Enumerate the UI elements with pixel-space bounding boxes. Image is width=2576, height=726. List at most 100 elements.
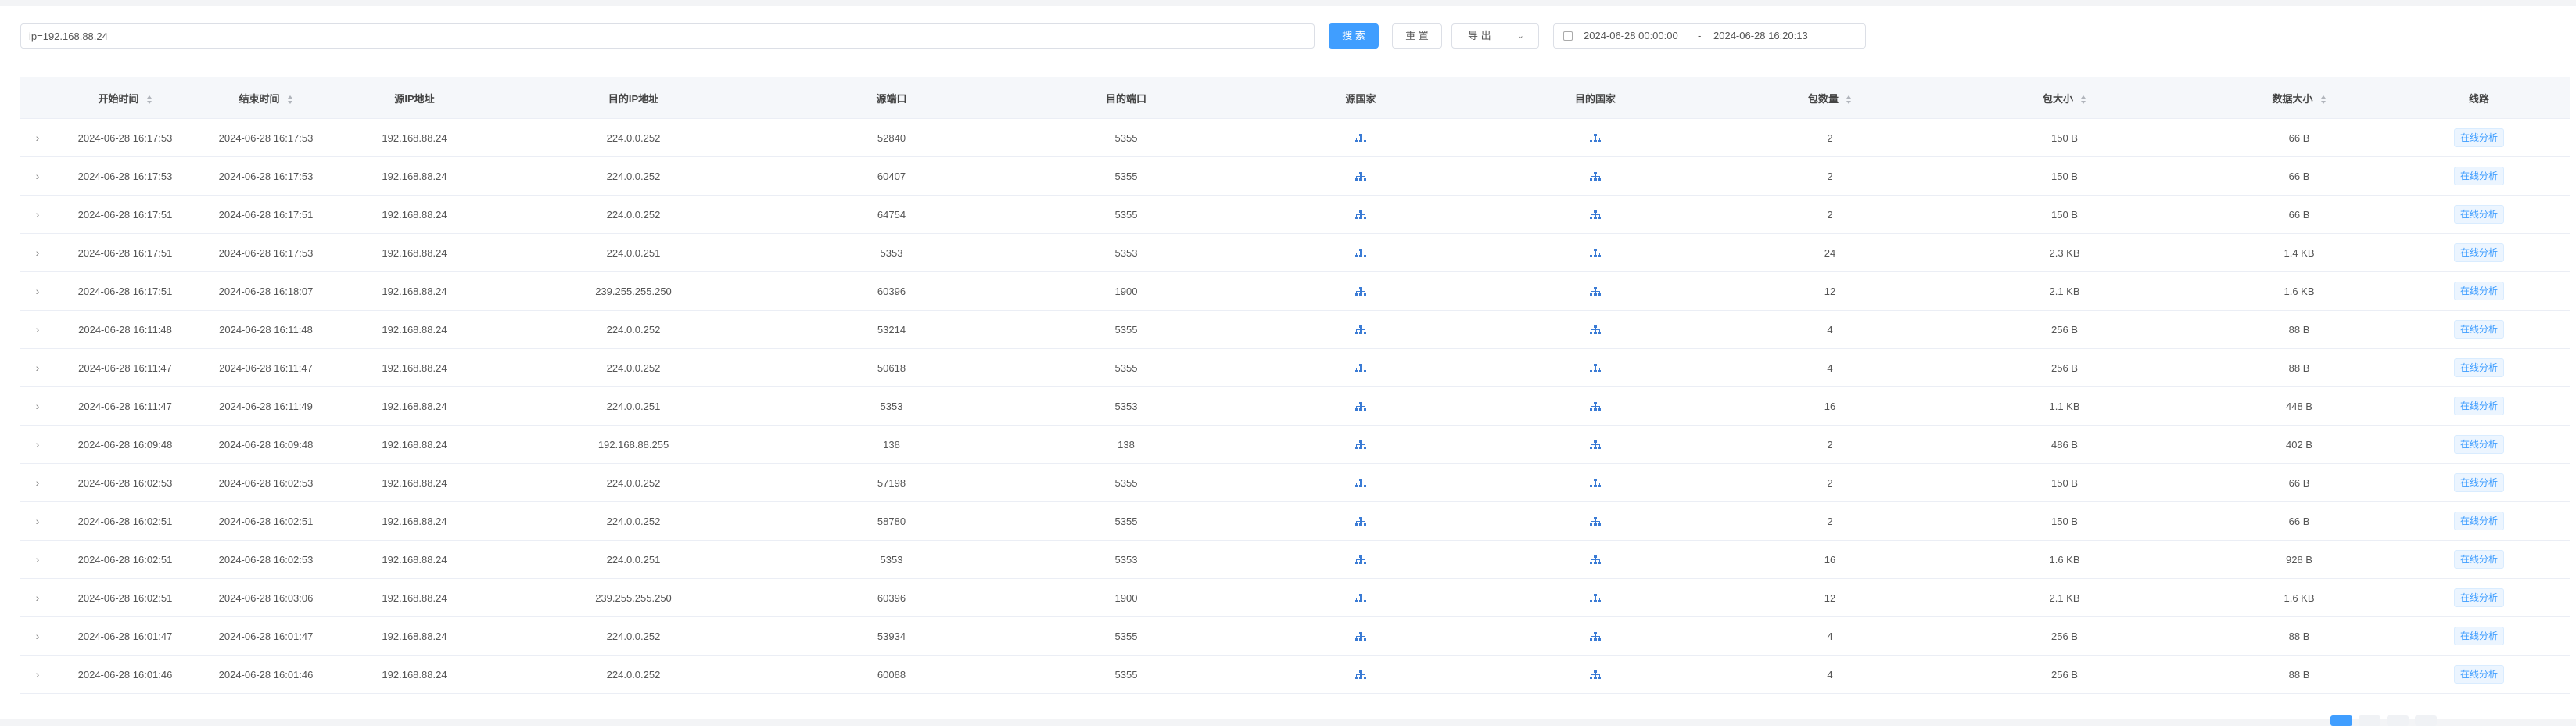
cell-dst-ip: 224.0.0.252 bbox=[606, 630, 661, 642]
cell-start-time: 2024-06-28 16:11:47 bbox=[78, 400, 172, 412]
cell-line: 在线分析 bbox=[2416, 167, 2542, 185]
cell-data-size: 1.4 KB bbox=[2284, 246, 2315, 259]
online-analysis-button[interactable]: 在线分析 bbox=[2453, 320, 2504, 339]
sort-icon[interactable] bbox=[146, 95, 152, 104]
online-analysis-button[interactable]: 在线分析 bbox=[2453, 588, 2504, 607]
cell-src-ip: 192.168.88.24 bbox=[382, 285, 447, 297]
cell-packet-size: 150 B bbox=[2051, 476, 2078, 489]
online-analysis-button[interactable]: 在线分析 bbox=[2453, 473, 2504, 492]
expand-row-icon[interactable]: › bbox=[20, 476, 55, 489]
cell-end-time: 2024-06-28 16:17:53 bbox=[218, 131, 314, 144]
expand-row-icon[interactable]: › bbox=[20, 170, 55, 182]
network-icon bbox=[1590, 670, 1601, 680]
online-analysis-button[interactable]: 在线分析 bbox=[2453, 397, 2504, 415]
expand-row-icon[interactable]: › bbox=[20, 246, 55, 259]
search-button[interactable]: 搜 索 bbox=[1329, 23, 1379, 49]
cell-packet-count: 24 bbox=[1824, 246, 1836, 259]
cell-src-ip: 192.168.88.24 bbox=[382, 208, 447, 221]
sort-icon[interactable] bbox=[2320, 95, 2327, 104]
expand-row-icon[interactable]: › bbox=[20, 553, 55, 566]
page-button[interactable] bbox=[2387, 715, 2409, 726]
search-input[interactable] bbox=[20, 23, 1315, 49]
sort-icon[interactable] bbox=[1846, 95, 1852, 104]
expand-row-icon[interactable]: › bbox=[20, 438, 55, 451]
cell-dst-port: 5355 bbox=[1114, 361, 1138, 374]
expand-row-icon[interactable]: › bbox=[20, 630, 55, 642]
expand-row-icon[interactable]: › bbox=[20, 591, 55, 604]
cell-packet-count: 2 bbox=[1827, 515, 1833, 527]
column-header-label: 包大小 bbox=[2042, 92, 2073, 105]
cell-packet-size: 2.1 KB bbox=[2049, 591, 2080, 604]
cell-src-country bbox=[1243, 171, 1478, 182]
cell-data-size: 66 B bbox=[2288, 170, 2310, 182]
column-header-packet-size[interactable]: 包大小 bbox=[1947, 91, 2182, 106]
expand-row-icon[interactable]: › bbox=[20, 515, 55, 527]
online-analysis-button[interactable]: 在线分析 bbox=[2453, 665, 2504, 684]
expand-row-icon[interactable]: › bbox=[20, 668, 55, 681]
cell-src-port: 58780 bbox=[877, 515, 906, 527]
cell-packet-size: 150 B bbox=[2051, 170, 2078, 182]
cell-end-time: 2024-06-28 16:01:47 bbox=[218, 630, 314, 642]
cell-src-ip: 192.168.88.24 bbox=[382, 591, 447, 604]
expand-row-icon[interactable]: › bbox=[20, 208, 55, 221]
network-icon bbox=[1355, 632, 1366, 642]
expand-row-icon[interactable]: › bbox=[20, 323, 55, 336]
cell-dst-country bbox=[1478, 247, 1713, 259]
cell-data-size: 1.6 KB bbox=[2284, 591, 2315, 604]
date-end[interactable]: 2024-06-28 16:20:13 bbox=[1713, 24, 1808, 48]
cell-src-port: 57198 bbox=[877, 476, 906, 489]
page-button[interactable] bbox=[2359, 715, 2380, 726]
expand-row-icon[interactable]: › bbox=[20, 285, 55, 297]
online-analysis-button[interactable]: 在线分析 bbox=[2453, 128, 2504, 147]
cell-data-size: 88 B bbox=[2288, 630, 2310, 642]
page-button[interactable] bbox=[2415, 715, 2437, 726]
cell-line: 在线分析 bbox=[2416, 205, 2542, 224]
cell-packet-size: 2.3 KB bbox=[2049, 246, 2080, 259]
cell-packet-size: 150 B bbox=[2051, 515, 2078, 527]
sort-icon[interactable] bbox=[2081, 95, 2086, 104]
network-icon bbox=[1590, 594, 1601, 603]
page-button-active[interactable] bbox=[2330, 715, 2352, 726]
cell-src-ip: 192.168.88.24 bbox=[382, 323, 447, 336]
online-analysis-button[interactable]: 在线分析 bbox=[2453, 358, 2504, 377]
online-analysis-button[interactable]: 在线分析 bbox=[2453, 282, 2504, 300]
date-range-picker[interactable]: 2024-06-28 00:00:00 - 2024-06-28 16:20:1… bbox=[1553, 23, 1866, 49]
cell-dst-ip: 224.0.0.251 bbox=[606, 400, 661, 412]
cell-end-time: 2024-06-28 16:18:07 bbox=[218, 285, 314, 297]
cell-src-port: 60407 bbox=[877, 170, 906, 182]
cell-dst-ip: 224.0.0.252 bbox=[606, 361, 661, 374]
cell-dst-country bbox=[1478, 516, 1713, 527]
table-row: › 2024-06-28 16:02:51 2024-06-28 16:02:51 1… bbox=[20, 502, 2570, 541]
cell-src-country bbox=[1243, 439, 1478, 451]
cell-dst-port: 5353 bbox=[1114, 400, 1138, 412]
table-row: › 2024-06-28 16:17:51 2024-06-28 16:18:07 1… bbox=[20, 272, 2570, 311]
cell-packet-count: 2 bbox=[1827, 131, 1833, 144]
sort-icon[interactable] bbox=[287, 95, 293, 104]
expand-row-icon[interactable]: › bbox=[20, 361, 55, 374]
online-analysis-button[interactable]: 在线分析 bbox=[2453, 512, 2504, 530]
online-analysis-button[interactable]: 在线分析 bbox=[2453, 550, 2504, 569]
online-analysis-button[interactable]: 在线分析 bbox=[2453, 205, 2504, 224]
cell-src-port: 5353 bbox=[880, 246, 903, 259]
column-header-data-size[interactable]: 数据大小 bbox=[2182, 91, 2416, 106]
cell-dst-port: 5355 bbox=[1114, 131, 1138, 144]
cell-start-time: 2024-06-28 16:02:53 bbox=[77, 476, 173, 489]
column-header-packet-count[interactable]: 包数量 bbox=[1713, 91, 1947, 106]
cell-data-size: 88 B bbox=[2288, 361, 2310, 374]
column-header-end-time[interactable]: 结束时间 bbox=[196, 91, 336, 106]
online-analysis-button[interactable]: 在线分析 bbox=[2453, 167, 2504, 185]
date-start[interactable]: 2024-06-28 00:00:00 bbox=[1584, 24, 1678, 48]
expand-row-icon[interactable]: › bbox=[20, 131, 55, 144]
table-row: › 2024-06-28 16:01:46 2024-06-28 16:01:46 1… bbox=[20, 656, 2570, 694]
expand-row-icon[interactable]: › bbox=[20, 400, 55, 412]
column-header-line: 线路 bbox=[2416, 91, 2542, 106]
cell-end-time: 2024-06-28 16:11:47 bbox=[219, 361, 313, 374]
table-row: › 2024-06-28 16:17:51 2024-06-28 16:17:51 1… bbox=[20, 196, 2570, 234]
cell-src-country bbox=[1243, 286, 1478, 297]
online-analysis-button[interactable]: 在线分析 bbox=[2453, 435, 2504, 454]
online-analysis-button[interactable]: 在线分析 bbox=[2453, 243, 2504, 262]
export-dropdown[interactable]: 导 出 ⌄ bbox=[1451, 23, 1539, 49]
online-analysis-button[interactable]: 在线分析 bbox=[2453, 627, 2504, 645]
column-header-start-time[interactable]: 开始时间 bbox=[55, 91, 196, 106]
reset-button[interactable]: 重 置 bbox=[1392, 23, 1442, 49]
